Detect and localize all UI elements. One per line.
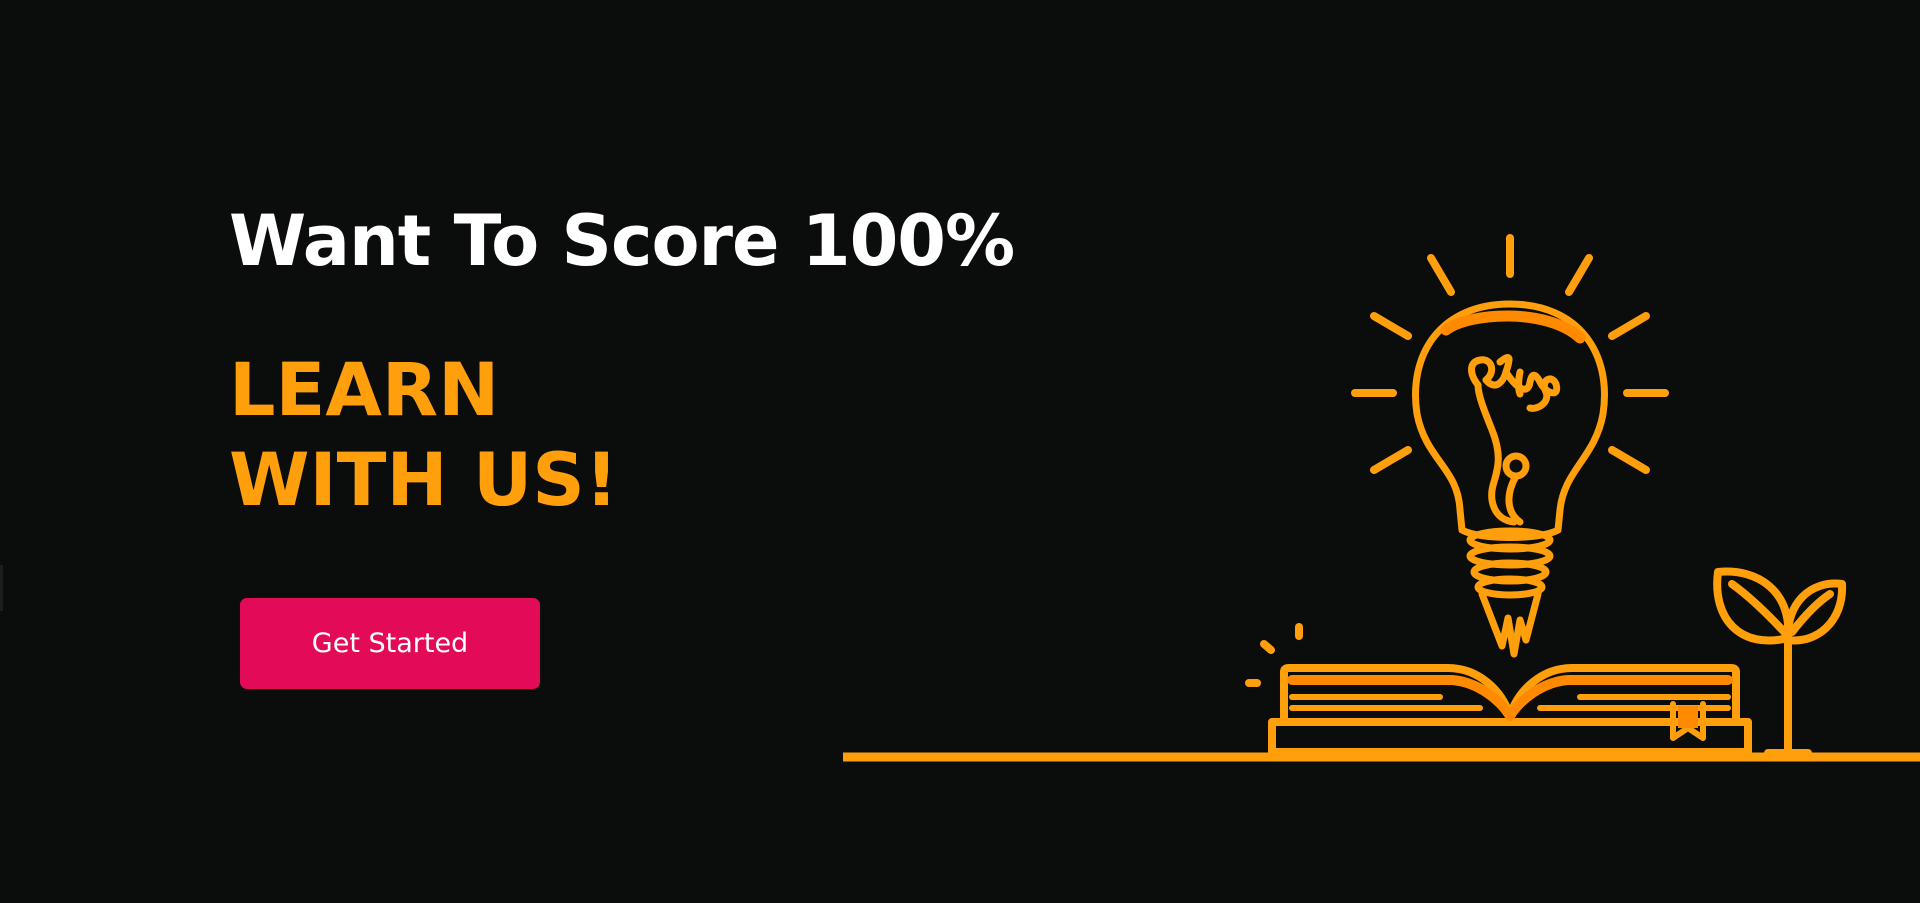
open-book-icon (1268, 664, 1752, 756)
sparkle-icon (1245, 623, 1303, 687)
light-rays-icon (1351, 234, 1669, 474)
plant-sprout-icon (1713, 567, 1847, 757)
tagline-line-2: WITH US! (229, 438, 619, 523)
hero-headline: Want To Score 100% (229, 200, 1015, 282)
lightbulb-icon (1412, 300, 1608, 658)
hero-tagline: LEARN WITH US! (229, 346, 618, 526)
edge-mark (0, 565, 3, 611)
tagline-line-1: LEARN (229, 348, 500, 433)
hero-banner: Want To Score 100% LEARN WITH US! Get St… (0, 0, 1920, 903)
get-started-button[interactable]: Get Started (240, 598, 540, 689)
